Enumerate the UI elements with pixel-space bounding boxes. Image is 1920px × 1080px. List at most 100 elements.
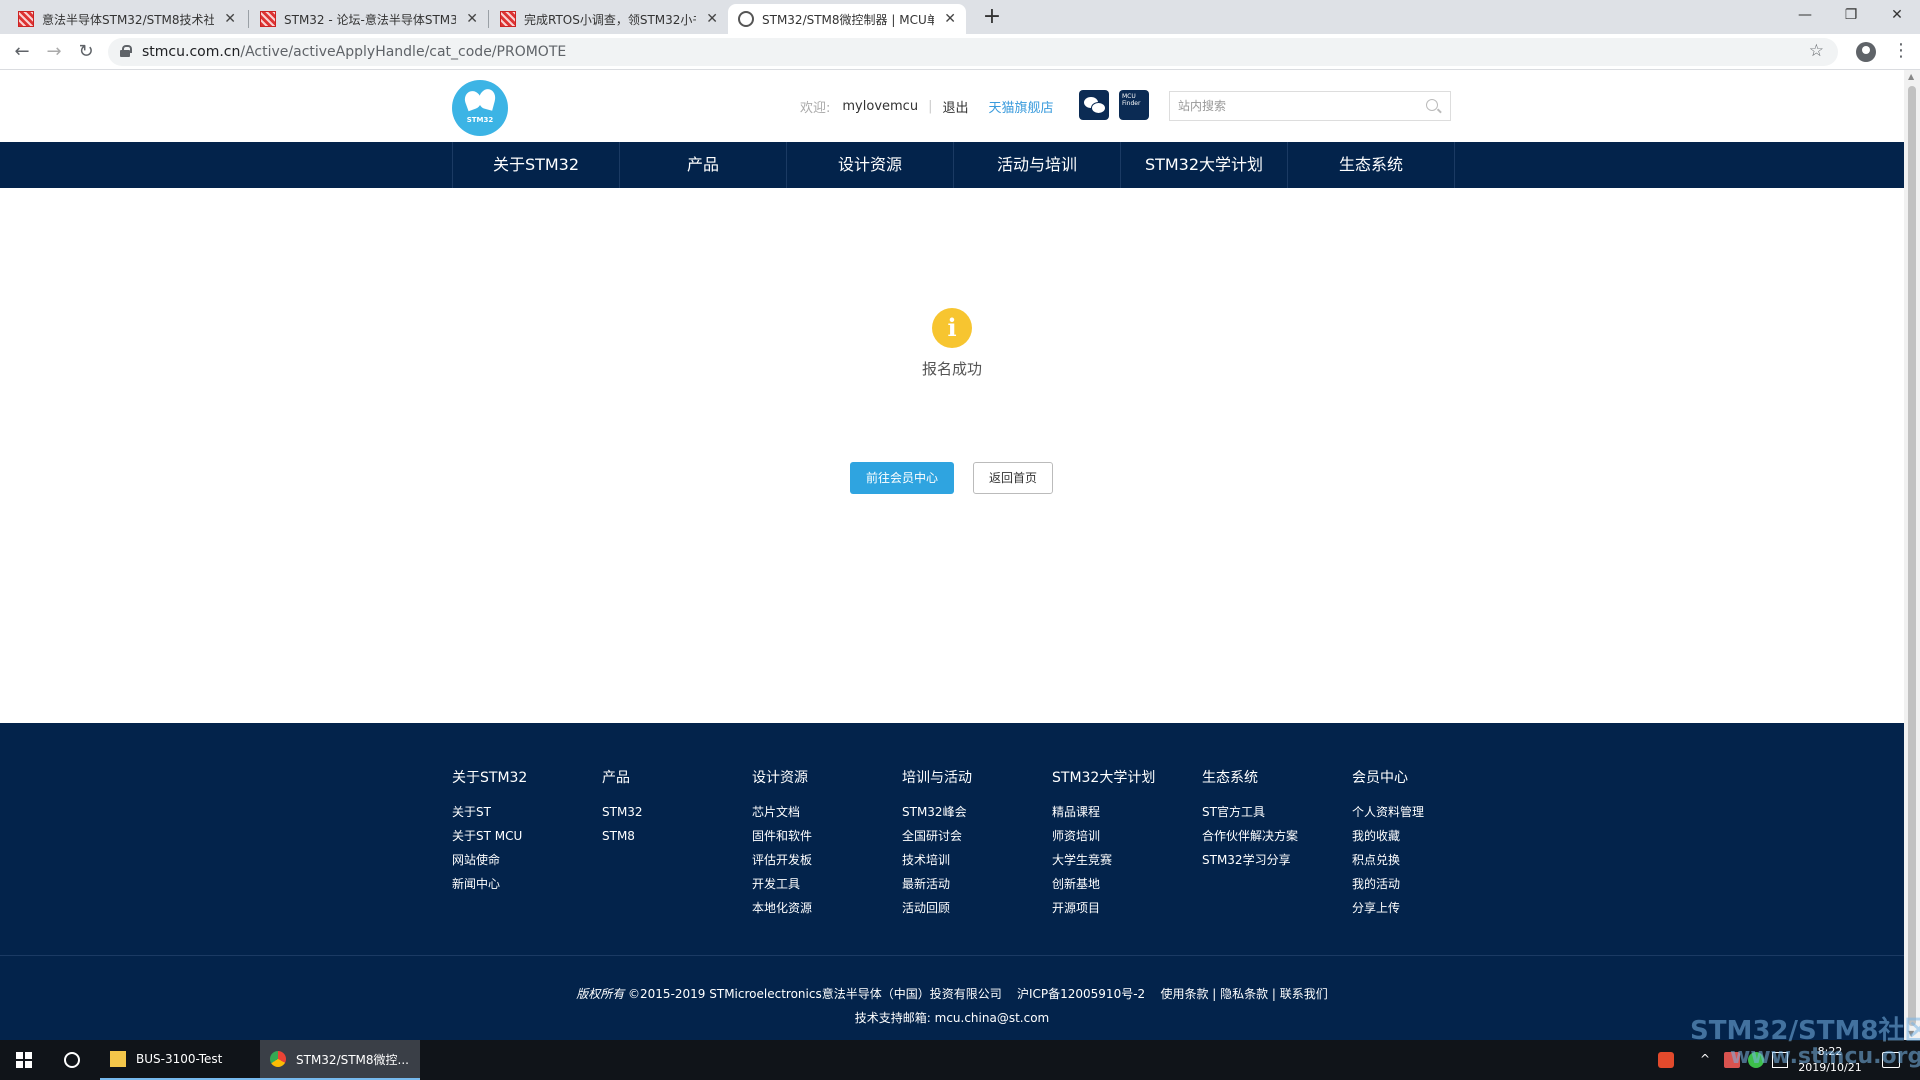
tmall-store-link[interactable]: 天猫旗舰店 — [988, 97, 1053, 116]
footer-heading: 产品 — [602, 770, 630, 786]
footer-column: 生态系统 ST官方工具 合作伙伴解决方案 STM32学习分享 — [1202, 767, 1352, 877]
footer-link[interactable]: 芯片文档 — [752, 805, 902, 819]
mcu-finder-icon-text: MCU Finder — [1122, 93, 1141, 107]
taskbar-item-label: STM32/STM8微控... — [296, 1052, 409, 1067]
member-center-button[interactable]: 前往会员中心 — [850, 462, 954, 494]
copyright-line: 版权所有 ©2015-2019 STMicroelectronics意法半导体（… — [0, 985, 1904, 1002]
footer-link[interactable]: 师资培训 — [1052, 829, 1202, 843]
footer-link[interactable]: 分享上传 — [1352, 901, 1502, 915]
stm32-logo[interactable]: STM32 — [452, 80, 508, 136]
butterfly-right-wing — [476, 87, 498, 111]
nav-item-events-training[interactable]: 活动与培训 — [954, 142, 1121, 188]
footer-column: 会员中心 个人资料管理 我的收藏 积点兑换 我的活动 分享上传 — [1352, 767, 1502, 925]
minimize-icon[interactable]: — — [1782, 0, 1828, 34]
nav-item-university-program[interactable]: STM32大学计划 — [1121, 142, 1288, 188]
lock-icon — [120, 45, 132, 57]
footer-link[interactable]: 本地化资源 — [752, 901, 902, 915]
cortana-icon[interactable] — [64, 1052, 80, 1068]
profile-avatar-icon[interactable] — [1856, 42, 1876, 62]
tab-title: STM32/STM8微控制器 | MCU单 — [762, 12, 935, 27]
close-icon[interactable]: ✕ — [944, 11, 956, 27]
search-input[interactable] — [1178, 98, 1418, 114]
footer-link[interactable]: 创新基地 — [1052, 877, 1202, 891]
back-home-button[interactable]: 返回首页 — [973, 462, 1053, 494]
forward-arrow-icon[interactable]: → — [42, 40, 66, 64]
footer-link[interactable]: ST官方工具 — [1202, 805, 1352, 819]
wechat-icon[interactable] — [1079, 90, 1109, 120]
footer-link[interactable]: 我的活动 — [1352, 877, 1502, 891]
footer-legal-links[interactable]: 使用条款 | 隐私条款 | 联系我们 — [1160, 987, 1327, 1001]
footer-column: STM32大学计划 精品课程 师资培训 大学生竞赛 创新基地 开源项目 — [1052, 767, 1202, 925]
scrollbar-thumb[interactable] — [1908, 86, 1916, 1026]
footer-link[interactable]: 技术培训 — [902, 853, 1052, 867]
browser-tab-active[interactable]: STM32/STM8微控制器 | MCU单 ✕ — [728, 4, 966, 34]
search-icon[interactable] — [1426, 99, 1438, 111]
nav-item-about-stm32[interactable]: 关于STM32 — [453, 142, 620, 188]
restore-icon[interactable]: ❐ — [1828, 0, 1874, 34]
footer-heading: 会员中心 — [1352, 770, 1408, 786]
page-scrollbar[interactable]: ▲ ▼ — [1904, 70, 1920, 1040]
footer-heading: STM32大学计划 — [1052, 770, 1156, 786]
bookmark-star-icon[interactable]: ☆ — [1809, 41, 1824, 61]
nav-item-design-resources[interactable]: 设计资源 — [787, 142, 954, 188]
tech-mail-link[interactable]: mcu.china@st.com — [935, 1011, 1050, 1025]
footer-link[interactable]: STM32 — [602, 805, 752, 819]
back-arrow-icon[interactable]: ← — [10, 40, 34, 64]
footer-link[interactable]: 新闻中心 — [452, 877, 602, 891]
site-footer: 关于STM32 关于ST 关于ST MCU 网站使命 新闻中心 产品 STM32… — [0, 723, 1904, 1040]
tab-separator — [248, 10, 249, 28]
scroll-up-icon[interactable]: ▲ — [1908, 72, 1914, 81]
footer-link[interactable]: 开发工具 — [752, 877, 902, 891]
icp-number[interactable]: 沪ICP备12005910号-2 — [1017, 987, 1145, 1001]
close-icon[interactable]: ✕ — [224, 11, 236, 27]
footer-link[interactable]: 全国研讨会 — [902, 829, 1052, 843]
user-bar: 欢迎: mylovemcu | 退出 天猫旗舰店 — [800, 96, 1053, 116]
windows-logo-pane — [25, 1061, 32, 1068]
browser-tab[interactable]: 完成RTOS小调查，领STM32小书 ✕ — [490, 4, 728, 34]
sogou-ime-icon[interactable] — [1658, 1052, 1674, 1068]
footer-link[interactable]: 关于ST — [452, 805, 602, 819]
footer-link[interactable]: STM32学习分享 — [1202, 853, 1352, 867]
mcu-finder-icon[interactable]: MCU Finder — [1119, 90, 1149, 120]
footer-link[interactable]: STM8 — [602, 829, 752, 843]
windows-logo-pane — [16, 1061, 23, 1068]
footer-link[interactable]: 最新活动 — [902, 877, 1052, 891]
footer-link[interactable]: 网站使命 — [452, 853, 602, 867]
browser-tab[interactable]: 意法半导体STM32/STM8技术社 ✕ — [8, 4, 246, 34]
taskbar-item[interactable]: BUS-3100-Test — [100, 1040, 260, 1080]
address-bar[interactable]: stmcu.com.cn/Active/activeApplyHandle/ca… — [108, 38, 1838, 66]
windows-taskbar: BUS-3100-Test STM32/STM8微控... ^ 8:22 201… — [0, 1040, 1920, 1080]
window-close-icon[interactable]: ✕ — [1874, 0, 1920, 34]
footer-link[interactable]: 精品课程 — [1052, 805, 1202, 819]
footer-link[interactable]: 关于ST MCU — [452, 829, 602, 843]
footer-link[interactable]: 活动回顾 — [902, 901, 1052, 915]
logo-text: STM32 — [466, 116, 494, 124]
windows-start-icon[interactable] — [16, 1052, 32, 1068]
info-icon: i — [932, 308, 972, 348]
footer-link[interactable]: 大学生竞赛 — [1052, 853, 1202, 867]
footer-link[interactable]: 我的收藏 — [1352, 829, 1502, 843]
footer-link[interactable]: 积点兑换 — [1352, 853, 1502, 867]
footer-heading: 生态系统 — [1202, 770, 1258, 786]
nav-item-ecosystem[interactable]: 生态系统 — [1288, 142, 1455, 188]
close-icon[interactable]: ✕ — [706, 11, 718, 27]
footer-link[interactable]: 评估开发板 — [752, 853, 902, 867]
new-tab-button[interactable]: + — [978, 4, 1006, 32]
watermark-line1: STM32/STM8社区 — [1690, 1016, 1920, 1046]
nav-item-products[interactable]: 产品 — [620, 142, 787, 188]
logout-link[interactable]: 退出 — [942, 97, 968, 116]
username-link[interactable]: mylovemcu — [842, 99, 918, 114]
url-host: stmcu.com.cn — [142, 44, 241, 60]
reload-icon[interactable]: ↻ — [74, 40, 98, 64]
footer-link[interactable]: 个人资料管理 — [1352, 805, 1502, 819]
taskbar-item-active[interactable]: STM32/STM8微控... — [260, 1040, 420, 1080]
footer-link[interactable]: 合作伙伴解决方案 — [1202, 829, 1352, 843]
footer-link[interactable]: 固件和软件 — [752, 829, 902, 843]
footer-link[interactable]: STM32峰会 — [902, 805, 1052, 819]
close-icon[interactable]: ✕ — [466, 11, 478, 27]
tab-separator — [488, 10, 489, 28]
footer-link[interactable]: 开源项目 — [1052, 901, 1202, 915]
url-text: stmcu.com.cn/Active/activeApplyHandle/ca… — [142, 44, 566, 60]
browser-menu-icon[interactable]: ⋮ — [1892, 40, 1910, 61]
browser-tab[interactable]: STM32 - 论坛-意法半导体STM3 ✕ — [250, 4, 488, 34]
